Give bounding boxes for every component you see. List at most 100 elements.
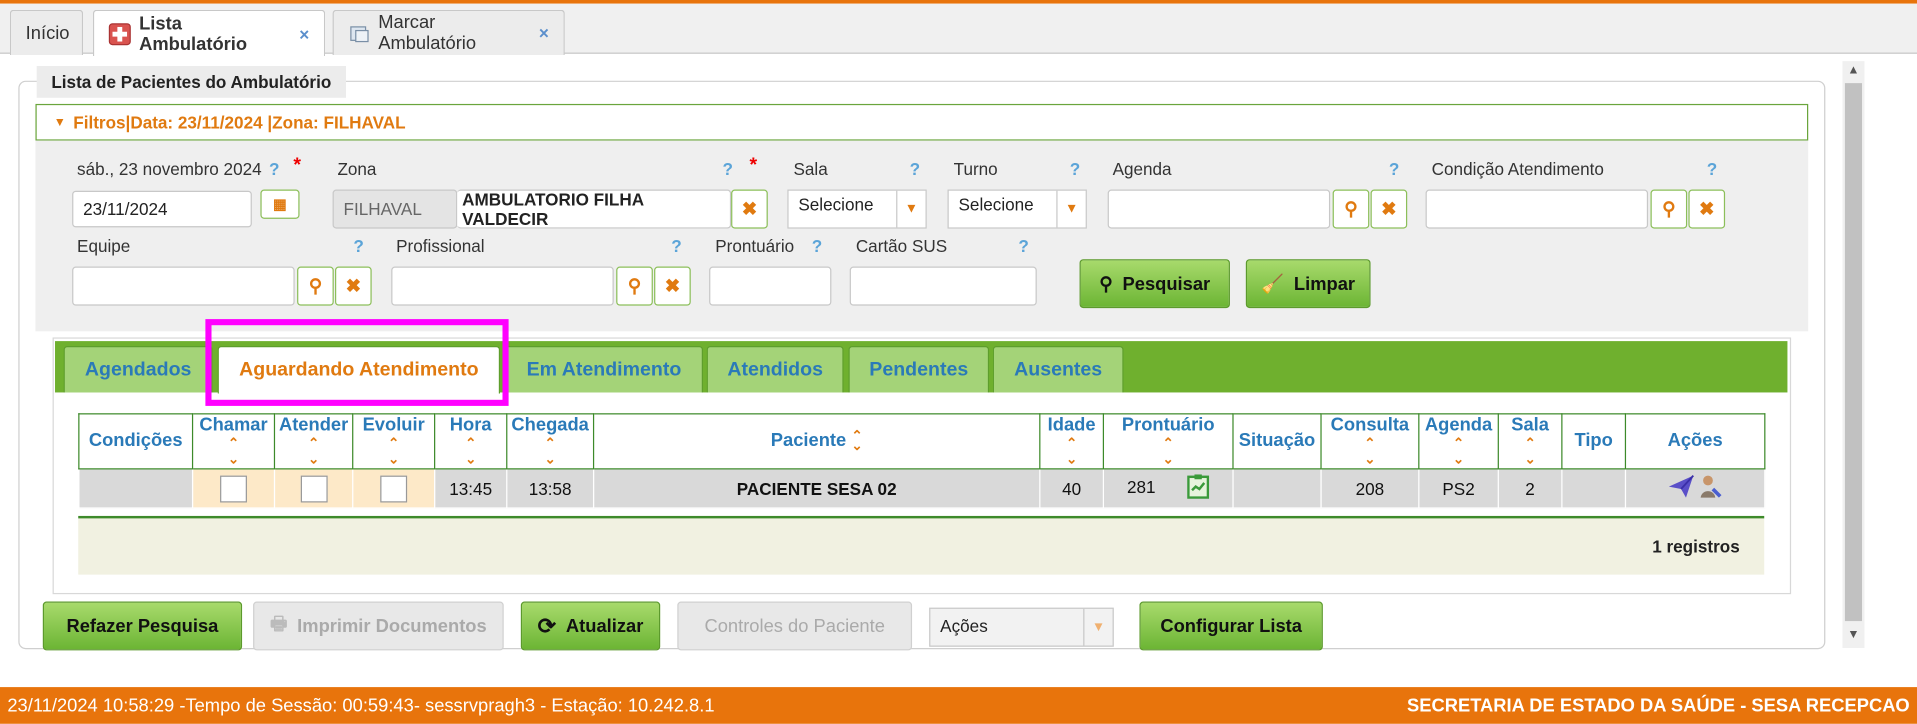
- send-icon[interactable]: [1667, 474, 1694, 502]
- sort-icon[interactable]: ⌃ ⌄: [278, 436, 350, 468]
- sort-icon[interactable]: ⌃ ⌄: [1422, 436, 1495, 468]
- prontuario-input[interactable]: [709, 266, 832, 306]
- scrollbar-thumb[interactable]: [1844, 83, 1863, 622]
- calendar-button[interactable]: ▦: [260, 189, 300, 219]
- col-label: Sala: [1511, 414, 1549, 436]
- col-prontuario[interactable]: Prontuário ⌃ ⌄: [1102, 413, 1234, 470]
- clear-condicao-button[interactable]: ✖: [1688, 189, 1726, 229]
- tab-ausentes[interactable]: Ausentes: [992, 345, 1124, 393]
- sort-icon[interactable]: ⌃ ⌄: [1501, 436, 1558, 468]
- search-condicao-button[interactable]: ⚲: [1650, 189, 1688, 229]
- cell-evoluir: [352, 468, 436, 509]
- col-chegada[interactable]: Chegada ⌃ ⌄: [506, 413, 595, 470]
- acoes-select[interactable]: Ações ▼: [929, 607, 1114, 647]
- tab-pendentes[interactable]: Pendentes: [848, 345, 990, 393]
- col-idade[interactable]: Idade ⌃ ⌄: [1039, 413, 1105, 470]
- sort-icon[interactable]: ⌃ ⌄: [510, 436, 591, 468]
- profissional-input[interactable]: [391, 266, 614, 306]
- help-icon[interactable]: ?: [353, 236, 363, 256]
- col-label: Idade: [1047, 414, 1096, 436]
- tab-lista-ambulatorio[interactable]: Lista Ambulatório ×: [92, 9, 326, 57]
- filter-toggle-bar[interactable]: ▼ Filtros|Data: 23/11/2024 |Zona: FILHAV…: [35, 103, 1809, 141]
- tab-aguardando-atendimento[interactable]: Aguardando Atendimento: [217, 345, 501, 394]
- pesquisar-button[interactable]: ⚲ Pesquisar: [1079, 259, 1230, 309]
- sort-icon[interactable]: ⌃ ⌄: [851, 430, 862, 453]
- sort-icon[interactable]: ⌃ ⌄: [356, 436, 432, 468]
- col-chamar[interactable]: Chamar ⌃ ⌄: [191, 413, 276, 470]
- refazer-pesquisa-button[interactable]: Refazer Pesquisa: [42, 601, 243, 651]
- col-hora[interactable]: Hora ⌃ ⌄: [434, 413, 508, 470]
- person-action-icon[interactable]: [1699, 474, 1723, 502]
- tab-inicio[interactable]: Início: [9, 9, 84, 56]
- help-icon[interactable]: ?: [1707, 159, 1717, 179]
- cartao-sus-label: Cartão SUS: [855, 235, 948, 256]
- clear-zona-button[interactable]: ✖: [731, 189, 768, 229]
- close-icon: ✖: [1381, 199, 1397, 221]
- scroll-up-icon[interactable]: ▲: [1847, 64, 1859, 77]
- chamar-checkbox[interactable]: [220, 474, 247, 502]
- refresh-icon: ⟳: [537, 613, 557, 638]
- col-atender[interactable]: Atender ⌃ ⌄: [273, 413, 354, 470]
- chevron-down-icon: ▼: [896, 190, 925, 228]
- sort-icon[interactable]: ⌃ ⌄: [196, 436, 272, 468]
- turno-select[interactable]: Selecione ▼: [947, 189, 1087, 229]
- search-profissional-button[interactable]: ⚲: [616, 266, 653, 306]
- vertical-scrollbar[interactable]: ▲ ▼: [1842, 61, 1865, 648]
- tab-em-atendimento[interactable]: Em Atendimento: [504, 345, 703, 393]
- evoluir-checkbox[interactable]: [380, 474, 408, 502]
- configurar-lista-button[interactable]: Configurar Lista: [1139, 601, 1323, 651]
- limpar-button[interactable]: 🧹 Limpar: [1245, 259, 1371, 309]
- col-evoluir[interactable]: Evoluir ⌃ ⌄: [352, 413, 436, 470]
- sort-icon[interactable]: ⌃ ⌄: [1324, 436, 1416, 468]
- chart-record-icon[interactable]: [1187, 474, 1210, 502]
- close-icon: ✖: [1699, 199, 1715, 221]
- search-icon: ⚲: [1344, 199, 1358, 221]
- controles-paciente-button[interactable]: Controles do Paciente: [677, 601, 913, 651]
- table-row[interactable]: 13:45 13:58 PACIENTE SESA 02 40 281 208 …: [78, 468, 1766, 509]
- clear-profissional-button[interactable]: ✖: [654, 266, 691, 306]
- limpar-label: Limpar: [1293, 273, 1356, 295]
- cartao-sus-input[interactable]: [849, 266, 1037, 306]
- condicao-input[interactable]: [1425, 189, 1649, 229]
- scroll-down-icon[interactable]: ▼: [1847, 628, 1859, 641]
- filter-summary: Filtros|Data: 23/11/2024 |Zona: FILHAVAL: [73, 112, 406, 133]
- chevron-down-icon: ▼: [1083, 608, 1112, 646]
- help-icon[interactable]: ?: [910, 159, 920, 179]
- condicao-label: Condição Atendimento: [1431, 158, 1604, 179]
- tab-agendados[interactable]: Agendados: [63, 345, 213, 393]
- help-icon[interactable]: ?: [269, 159, 279, 179]
- sort-icon[interactable]: ⌃ ⌄: [438, 436, 504, 468]
- clear-agenda-button[interactable]: ✖: [1370, 189, 1408, 229]
- help-icon[interactable]: ?: [812, 236, 822, 256]
- atualizar-button[interactable]: ⟳ Atualizar: [520, 601, 661, 651]
- date-input[interactable]: 23/11/2024: [72, 190, 252, 228]
- close-icon[interactable]: ×: [299, 24, 309, 44]
- sort-icon[interactable]: ⌃ ⌄: [1106, 436, 1229, 468]
- help-icon[interactable]: ?: [1389, 159, 1399, 179]
- help-icon[interactable]: ?: [1070, 159, 1080, 179]
- atender-checkbox[interactable]: [300, 474, 328, 502]
- sala-label: Sala: [793, 158, 828, 179]
- patient-table: Condições Chamar ⌃ ⌄ Atender ⌃ ⌄ Evoluir ⌃ ⌄ H…: [78, 413, 1766, 509]
- help-icon[interactable]: ?: [723, 159, 733, 179]
- tab-atendidos[interactable]: Atendidos: [706, 345, 844, 393]
- close-icon[interactable]: ×: [539, 23, 549, 43]
- equipe-input[interactable]: [72, 266, 295, 306]
- col-label: Ações: [1667, 430, 1723, 452]
- col-consulta[interactable]: Consulta ⌃ ⌄: [1320, 413, 1420, 470]
- col-sala[interactable]: Sala ⌃ ⌄: [1497, 413, 1563, 470]
- help-icon[interactable]: ?: [671, 236, 681, 256]
- col-agenda[interactable]: Agenda ⌃ ⌄: [1418, 413, 1499, 470]
- tab-marcar-ambulatorio[interactable]: Marcar Ambulatório ×: [332, 9, 565, 56]
- sala-select[interactable]: Selecione ▼: [787, 189, 927, 229]
- col-paciente[interactable]: Paciente ⌃ ⌄: [592, 413, 1041, 470]
- col-acoes: Ações: [1624, 413, 1766, 470]
- help-icon[interactable]: ?: [1018, 236, 1028, 256]
- agenda-input[interactable]: [1107, 189, 1331, 229]
- imprimir-documentos-button[interactable]: 🖶 Imprimir Documentos: [253, 601, 504, 651]
- search-equipe-button[interactable]: ⚲: [297, 266, 334, 306]
- search-agenda-button[interactable]: ⚲: [1332, 189, 1370, 229]
- sort-icon[interactable]: ⌃ ⌄: [1043, 436, 1100, 468]
- clear-equipe-button[interactable]: ✖: [334, 266, 372, 306]
- agenda-label: Agenda: [1112, 158, 1172, 179]
